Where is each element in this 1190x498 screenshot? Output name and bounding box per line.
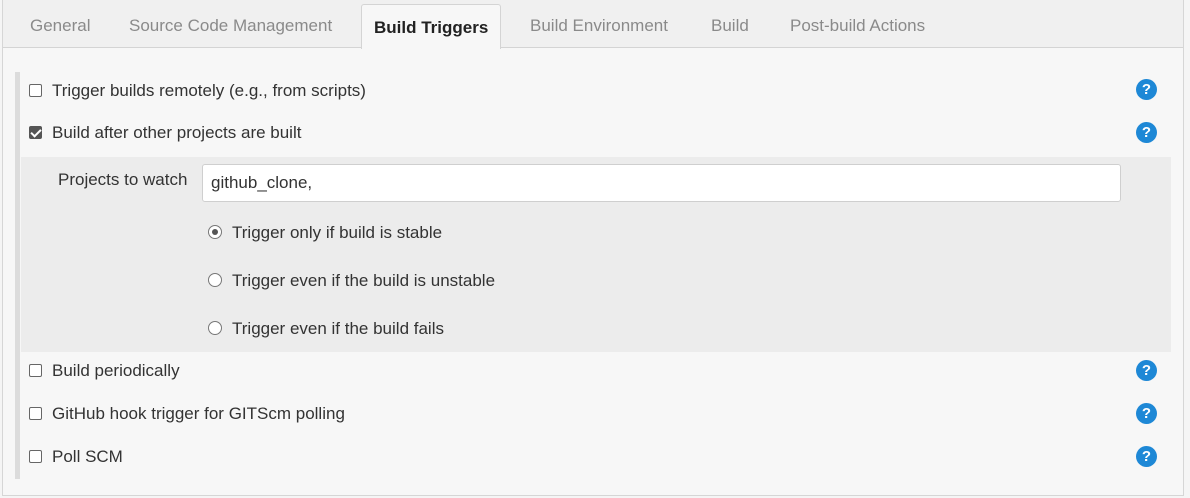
tab-build[interactable]: Build xyxy=(711,0,749,48)
tab-post-build-actions[interactable]: Post-build Actions xyxy=(790,0,925,48)
question-circle-icon[interactable]: ? xyxy=(1136,446,1157,467)
poll-scm-checkbox[interactable] xyxy=(29,449,42,463)
option-stable-label: Trigger only if build is stable xyxy=(232,223,443,242)
trigger-remote-checkbox[interactable] xyxy=(29,83,42,97)
question-circle-icon[interactable]: ? xyxy=(1136,403,1157,424)
tab-source-code-management[interactable]: Source Code Management xyxy=(129,0,332,48)
build-after-other-checkbox[interactable] xyxy=(29,125,42,139)
option-stable-row[interactable]: Trigger only if build is stable xyxy=(208,221,442,245)
trigger-remote-row[interactable]: Trigger builds remotely (e.g., from scri… xyxy=(29,78,366,104)
poll-scm-row[interactable]: Poll SCM xyxy=(29,444,123,470)
section-indicator xyxy=(15,72,20,479)
github-hook-row[interactable]: GitHub hook trigger for GITScm polling xyxy=(29,401,345,427)
github-hook-label: GitHub hook trigger for GITScm polling xyxy=(52,404,345,423)
tab-build-environment[interactable]: Build Environment xyxy=(530,0,668,48)
question-circle-icon[interactable]: ? xyxy=(1136,122,1157,143)
build-periodically-row[interactable]: Build periodically xyxy=(29,358,180,384)
projects-to-watch-label: Projects to watch xyxy=(58,170,188,189)
option-unstable-row[interactable]: Trigger even if the build is unstable xyxy=(208,269,495,293)
option-fails-label: Trigger even if the build fails xyxy=(232,319,444,338)
question-circle-icon[interactable]: ? xyxy=(1136,79,1157,100)
option-unstable-label: Trigger even if the build is unstable xyxy=(232,271,496,290)
build-after-other-label: Build after other projects are built xyxy=(52,123,302,142)
tab-build-triggers[interactable]: Build Triggers xyxy=(361,4,502,49)
poll-scm-label: Poll SCM xyxy=(52,447,123,466)
trigger-remote-label: Trigger builds remotely (e.g., from scri… xyxy=(52,81,366,100)
question-circle-icon[interactable]: ? xyxy=(1136,360,1157,381)
job-config-panel: General Source Code Management Build Tri… xyxy=(2,0,1184,496)
projects-to-watch-input[interactable] xyxy=(202,164,1121,202)
github-hook-checkbox[interactable] xyxy=(29,406,42,420)
option-fails-radio[interactable] xyxy=(208,321,222,336)
option-stable-radio[interactable] xyxy=(208,225,222,240)
option-unstable-radio[interactable] xyxy=(208,273,222,288)
build-periodically-label: Build periodically xyxy=(52,361,180,380)
build-after-other-row[interactable]: Build after other projects are built xyxy=(29,120,301,146)
tab-bar: General Source Code Management Build Tri… xyxy=(3,0,1183,49)
option-fails-row[interactable]: Trigger even if the build fails xyxy=(208,317,444,341)
build-periodically-checkbox[interactable] xyxy=(29,363,42,377)
tab-general[interactable]: General xyxy=(30,0,90,48)
